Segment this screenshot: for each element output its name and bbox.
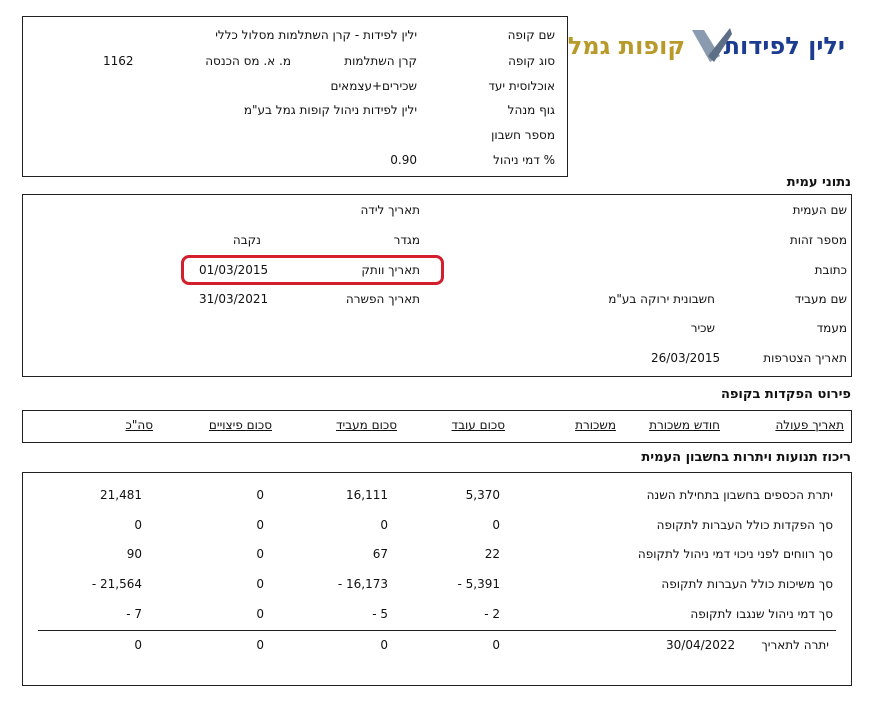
- summary-row-label: יתרת הכספים בחשבון בתחילת השנה: [646, 488, 833, 502]
- col-header-salary-month[interactable]: חודש משכורת: [649, 418, 720, 432]
- id-number-label: מספר זהות: [789, 233, 847, 247]
- fund-name-label: שם קופה: [507, 28, 555, 42]
- summary-row-total: 21,564 -: [91, 577, 142, 591]
- summary-row-employer: 16,111: [346, 488, 388, 502]
- col-header-employer-amount[interactable]: סכום מעביד: [336, 418, 397, 432]
- summary-row-employee: 22: [484, 547, 500, 561]
- summary-row-severance: 0: [256, 607, 264, 621]
- fund-name-value: ילין לפידות - קרן השתלמות מסלול כללי: [215, 28, 417, 42]
- balance-severance: 0: [256, 638, 264, 652]
- management-fee-value: 0.90: [390, 153, 417, 167]
- tax-authority-label: מ. א. מס הכנסה: [205, 54, 291, 68]
- summary-row-employee: 5,370: [465, 488, 500, 502]
- member-section-title: נתוני עמית: [786, 175, 851, 190]
- balance-employer: 0: [380, 638, 388, 652]
- status-value: שכיר: [690, 321, 715, 335]
- seniority-date-highlight: [181, 255, 444, 285]
- target-population-label: אוכלוסית יעד: [488, 79, 555, 93]
- balance-employee: 0: [492, 638, 500, 652]
- summary-total-divider: [38, 630, 836, 631]
- summary-row-severance: 0: [256, 488, 264, 502]
- deposits-section-title: פירוט הפקדות בקופה: [720, 387, 851, 402]
- release-date-value: 31/03/2021: [199, 292, 269, 306]
- summary-row-total: 0: [134, 518, 142, 532]
- col-header-action-date[interactable]: תאריך פעולה: [775, 418, 844, 432]
- summary-row-total: 7 -: [126, 607, 142, 621]
- summary-row-employer: 0: [380, 518, 388, 532]
- balance-total: 0: [134, 638, 142, 652]
- fund-type-value: קרן השתלמות: [344, 54, 417, 68]
- logo-brand-text: ילין לפידות: [723, 32, 845, 60]
- col-header-salary[interactable]: משכורת: [575, 418, 616, 432]
- member-details-box: [22, 194, 852, 377]
- summary-row-severance: 0: [256, 518, 264, 532]
- balance-label: יתרה לתאריך: [761, 638, 829, 652]
- employer-name-label: שם מעביד: [794, 292, 847, 306]
- account-number-label: מספר חשבון: [491, 128, 555, 142]
- summary-row-label: סך דמי ניהול שנגבו לתקופה: [690, 607, 833, 621]
- release-date-label: תאריך הפשרה: [345, 292, 420, 306]
- logo-sub-text: קופות גמל: [567, 32, 685, 60]
- managing-body-label: גוף מנהל: [507, 103, 555, 117]
- gender-value: נקבה: [232, 233, 261, 247]
- summary-row-severance: 0: [256, 577, 264, 591]
- birth-date-label: תאריך לידה: [360, 203, 420, 217]
- summary-row-severance: 0: [256, 547, 264, 561]
- address-label: כתובת: [814, 263, 847, 277]
- tax-authority-value: 1162: [103, 54, 134, 68]
- fund-type-label: סוג קופה: [508, 54, 555, 68]
- summary-row-employer: 67: [372, 547, 388, 561]
- summary-row-total: 90: [126, 547, 142, 561]
- management-fee-label: % דמי ניהול: [493, 153, 555, 167]
- summary-row-total: 21,481: [100, 488, 142, 502]
- col-header-employee-amount[interactable]: סכום עובד: [452, 418, 505, 432]
- summary-row-employer: 16,173 -: [337, 577, 388, 591]
- col-header-total[interactable]: סה"כ: [126, 418, 154, 432]
- summary-row-label: סך הפקדות כולל העברות לתקופה: [656, 518, 833, 532]
- employer-name-value: חשבונית ירוקה בע"מ: [608, 292, 715, 306]
- status-label: מעמד: [816, 321, 847, 335]
- join-date-value: 26/03/2015: [651, 351, 721, 365]
- col-header-severance-amount[interactable]: סכום פיצויים: [209, 418, 272, 432]
- summary-row-employee: 2 -: [484, 607, 500, 621]
- join-date-label: תאריך הצטרפות: [763, 351, 847, 365]
- member-name-label: שם העמית: [792, 203, 847, 217]
- summary-row-employer: 5 -: [372, 607, 388, 621]
- balance-date: 30/04/2022: [666, 638, 736, 652]
- summary-row-label: סך רווחים לפני ניכוי דמי ניהול לתקופה: [637, 547, 833, 561]
- logo-chevron-icon: [692, 28, 732, 62]
- summary-section-title: ריכוז תנועות ויתרות בחשבון העמית: [641, 450, 851, 465]
- summary-row-employee: 0: [492, 518, 500, 532]
- summary-row-employee: 5,391 -: [457, 577, 500, 591]
- target-population-value: שכירים+עצמאים: [330, 79, 417, 93]
- managing-body-value: ילין לפידות ניהול קופות גמל בע"מ: [243, 103, 417, 117]
- gender-label: מגדר: [393, 233, 420, 247]
- summary-row-label: סך משיכות כולל העברות לתקופה: [661, 577, 833, 591]
